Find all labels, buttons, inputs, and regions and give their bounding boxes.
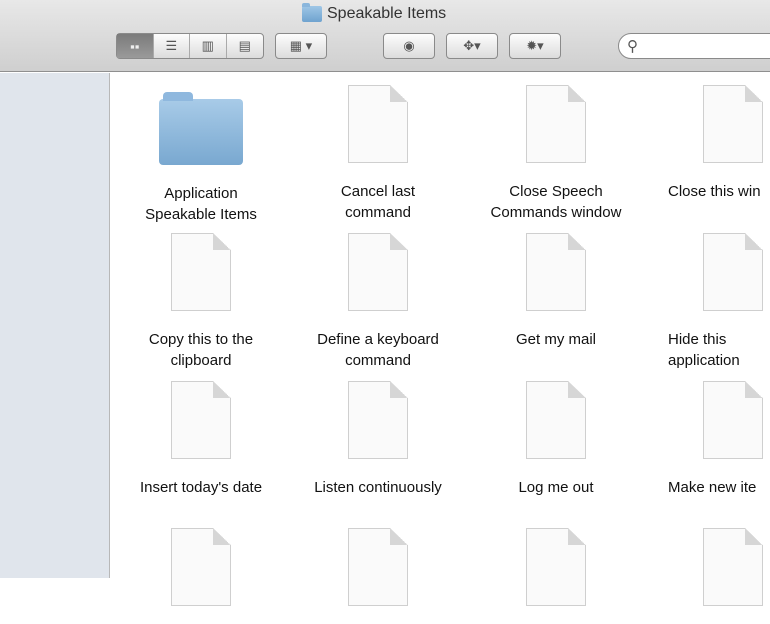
document-icon (526, 85, 586, 163)
file-label: Define a keyboard command (317, 331, 439, 369)
file-label: Close Speech Commands window (490, 183, 622, 221)
view-mode-segmented: ▪▪ ☰ ▥ ▤ (116, 33, 264, 59)
dropbox-icon: ✥▾ (463, 38, 481, 53)
file-label: Application Speakable Items (145, 185, 257, 223)
file-label: Hide this application (668, 331, 740, 369)
document-icon (348, 528, 408, 606)
search-input[interactable]: ⚲ (618, 33, 770, 59)
file-label: Log me out (518, 479, 594, 496)
document-icon (703, 528, 763, 606)
file-item[interactable] (293, 528, 463, 624)
file-item[interactable]: Make new ite (648, 381, 770, 498)
eye-icon: ◉ (403, 38, 415, 53)
toolbar: Speakable Items ▪▪ ☰ ▥ ▤ ▦ ▾ ◉ ✥▾ ✹▾ ⚲ (0, 0, 770, 72)
file-item[interactable]: Insert today's date (116, 381, 286, 498)
column-view-button[interactable]: ▥ (190, 34, 227, 58)
file-item[interactable]: Listen continuously (293, 381, 463, 498)
arrange-button[interactable]: ▦ ▾ (275, 33, 327, 59)
folder-icon (159, 92, 243, 165)
action-button[interactable]: ✹▾ (509, 33, 561, 59)
document-icon (526, 233, 586, 311)
file-item[interactable]: Hide this application (648, 233, 770, 371)
quick-look-button[interactable]: ◉ (383, 33, 435, 59)
file-item[interactable]: Close Speech Commands window (471, 85, 641, 223)
search-icon: ⚲ (627, 38, 638, 55)
file-item[interactable]: Application Speakable Items (116, 85, 286, 225)
document-icon (348, 85, 408, 163)
file-item[interactable] (471, 528, 641, 624)
arrange-icon: ▦ ▾ (289, 38, 313, 53)
file-label: Insert today's date (139, 479, 263, 496)
file-item[interactable] (116, 528, 286, 624)
file-label: Close this win (668, 183, 761, 200)
window-title: Speakable Items (302, 3, 447, 23)
document-icon (348, 381, 408, 459)
file-label: Copy this to the clipboard (148, 331, 254, 369)
document-icon (526, 528, 586, 606)
document-icon (171, 233, 231, 311)
sidebar (0, 73, 110, 578)
dropbox-button[interactable]: ✥▾ (446, 33, 498, 59)
document-icon (703, 85, 763, 163)
gear-icon: ✹▾ (526, 38, 544, 53)
file-item[interactable]: Define a keyboard command (293, 233, 463, 371)
file-label: Listen continuously (314, 479, 442, 496)
list-view-button[interactable]: ☰ (154, 34, 191, 58)
file-item[interactable]: Log me out (471, 381, 641, 498)
coverflow-view-button[interactable]: ▤ (227, 34, 263, 58)
file-label: Get my mail (515, 331, 596, 348)
window-title-text: Speakable Items (327, 5, 447, 22)
file-item[interactable]: Close this win (648, 85, 770, 202)
document-icon (703, 233, 763, 311)
document-icon (703, 381, 763, 459)
file-item[interactable]: Copy this to the clipboard (116, 233, 286, 371)
icon-view-button[interactable]: ▪▪ (117, 34, 154, 58)
document-icon (526, 381, 586, 459)
document-icon (348, 233, 408, 311)
file-label: Make new ite (668, 479, 757, 496)
document-icon (171, 381, 231, 459)
file-label: Cancel last command (340, 183, 416, 221)
file-item[interactable] (648, 528, 770, 624)
folder-icon (302, 3, 322, 22)
file-item[interactable]: Cancel last command (293, 85, 463, 223)
file-item[interactable]: Get my mail (471, 233, 641, 350)
document-icon (171, 528, 231, 606)
